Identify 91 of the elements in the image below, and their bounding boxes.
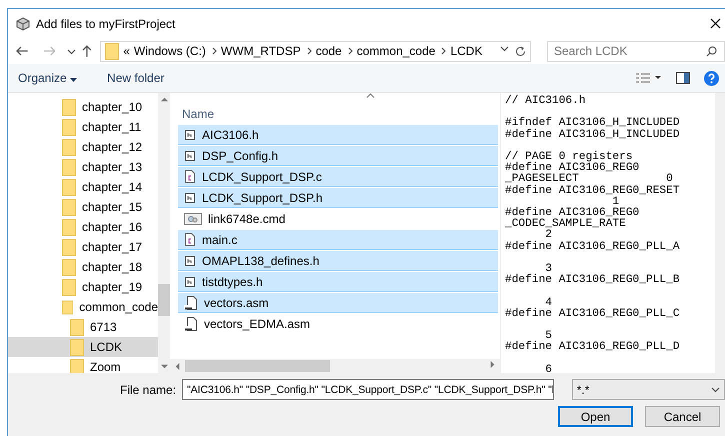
- file-row[interactable]: DSP_Config.h: [178, 146, 498, 166]
- caret-icon: [70, 78, 78, 82]
- asm-file-icon: [184, 296, 198, 310]
- c-file-icon: [184, 170, 196, 183]
- folder-item[interactable]: chapter_16: [8, 217, 158, 237]
- folder-item[interactable]: chapter_19: [8, 277, 158, 297]
- breadcrumb-item[interactable]: Windows (C:): [134, 44, 206, 58]
- file-icon: [184, 276, 196, 288]
- file-icon: [184, 192, 196, 204]
- back-arrow-icon[interactable]: [16, 46, 29, 56]
- search-icon: [706, 46, 717, 56]
- asm-file-icon: [184, 317, 198, 331]
- search-field[interactable]: Search LCDK: [546, 40, 725, 62]
- file-row[interactable]: vectors.asm: [178, 293, 498, 313]
- folder-item[interactable]: common_code: [8, 297, 158, 317]
- folder-icon: [62, 118, 76, 136]
- chevron-down-icon[interactable]: [711, 386, 720, 392]
- folder-icon: [62, 158, 76, 176]
- chevron-right-icon: [441, 47, 446, 55]
- preview-pane-icon[interactable]: [676, 72, 690, 84]
- folder-item[interactable]: chapter_18: [8, 257, 158, 277]
- sort-caret-icon[interactable]: [366, 93, 375, 98]
- up-arrow-icon[interactable]: [82, 44, 92, 58]
- refresh-icon[interactable]: [514, 46, 526, 56]
- folder-icon: [70, 338, 84, 356]
- breadcrumb-item[interactable]: WWM_RTDSP: [220, 44, 301, 58]
- new-folder-button[interactable]: New folder: [103, 69, 168, 87]
- recent-locations-icon[interactable]: [67, 49, 76, 55]
- scrollbar-thumb[interactable]: [185, 360, 330, 372]
- file-row[interactable]: link6748e.cmd: [178, 209, 498, 229]
- breadcrumb-item[interactable]: LCDK: [450, 44, 482, 58]
- scroll-left-icon[interactable]: [174, 362, 181, 370]
- scroll-right-icon[interactable]: [489, 361, 496, 368]
- scroll-down-icon[interactable]: [160, 363, 168, 370]
- file-row[interactable]: tistdtypes.h: [178, 272, 498, 292]
- folder-icon: [62, 138, 76, 156]
- folder-item[interactable]: Zoom: [8, 357, 158, 373]
- folder-icon: [62, 98, 76, 116]
- file-row[interactable]: OMAPL138_defines.h: [178, 251, 498, 271]
- gear-file-icon: [184, 213, 202, 225]
- folder-item[interactable]: chapter_15: [8, 197, 158, 217]
- file-icon: [184, 254, 196, 266]
- c-file-icon: [184, 233, 196, 246]
- folder-item[interactable]: 6713: [8, 317, 158, 337]
- folder-icon: [62, 278, 76, 296]
- folder-item[interactable]: chapter_11: [8, 117, 158, 137]
- breadcrumb-item[interactable]: common_code: [356, 44, 436, 58]
- folder-icon: [105, 42, 120, 60]
- close-icon[interactable]: [710, 18, 721, 29]
- breadcrumb-item[interactable]: code: [316, 44, 342, 58]
- column-header[interactable]: Name: [182, 107, 214, 121]
- folder-item[interactable]: chapter_17: [8, 237, 158, 257]
- scroll-up-icon[interactable]: [160, 96, 168, 103]
- scrollbar[interactable]: [715, 93, 725, 373]
- folder-icon: [62, 178, 76, 196]
- folder-icon: [62, 218, 76, 236]
- organize-menu[interactable]: Organize: [14, 69, 82, 87]
- folder-item[interactable]: chapter_13: [8, 157, 158, 177]
- folder-icon: [70, 358, 84, 373]
- folder-item[interactable]: chapter_10: [8, 97, 158, 117]
- chevron-down-icon[interactable]: [500, 46, 509, 52]
- file-type-dropdown[interactable]: *.*: [572, 379, 725, 400]
- address-bar[interactable]: « Windows (C:) WWM_RTDSP code common_code LCDK: [100, 40, 531, 62]
- file-icon: [184, 150, 196, 162]
- file-row[interactable]: main.c: [178, 230, 498, 250]
- file-row[interactable]: AIC3106.h: [178, 125, 498, 145]
- folder-item[interactable]: chapter_14: [8, 177, 158, 197]
- file-row[interactable]: LCDK_Support_DSP.h: [178, 188, 498, 208]
- field-label: File name:: [120, 382, 176, 396]
- help-icon[interactable]: [704, 70, 719, 86]
- folder-icon: [70, 318, 84, 336]
- window-title: Add files to myFirstProject: [36, 16, 176, 30]
- folder-icon: [62, 258, 76, 276]
- cube-icon: [16, 16, 30, 30]
- code-preview: // AIC3106.h #ifndef AIC3106_H_INCLUDED #define AIC3106_H_INCLUDED // PAGE 0 registers #define AIC3106_REG0 _PAGESELECT 0 #define AIC3106_REG0_RESET 1 #define AIC3106_REG0 _CODEC_SAMPLE_RATE 2 #define AIC3106_REG0_PLL_A 3 #define AIC3106_REG0_PLL_B 4 #define AIC3106_REG0_PLL_C 5 #define AIC3106_REG0_PLL_D 6: [504, 94, 681, 373]
- file-row[interactable]: vectors_EDMA.asm: [178, 314, 498, 334]
- folder-item[interactable]: LCDK: [8, 337, 158, 357]
- view-options-icon[interactable]: [636, 73, 662, 83]
- scrollbar-thumb[interactable]: [158, 284, 170, 316]
- chevron-right-icon: [212, 47, 217, 55]
- chevron-right-icon: [348, 47, 353, 55]
- breadcrumb-overflow[interactable]: «: [123, 44, 130, 58]
- folder-icon: [62, 238, 76, 256]
- folder-icon: [62, 198, 76, 216]
- folder-item[interactable]: chapter_12: [8, 137, 158, 157]
- chevron-right-icon: [306, 47, 312, 55]
- open-button[interactable]: Open: [558, 406, 633, 427]
- file-icon: [184, 128, 196, 140]
- cancel-button[interactable]: Cancel: [645, 406, 720, 427]
- folder-icon: [62, 298, 74, 316]
- file-row[interactable]: LCDK_Support_DSP.c: [178, 167, 498, 187]
